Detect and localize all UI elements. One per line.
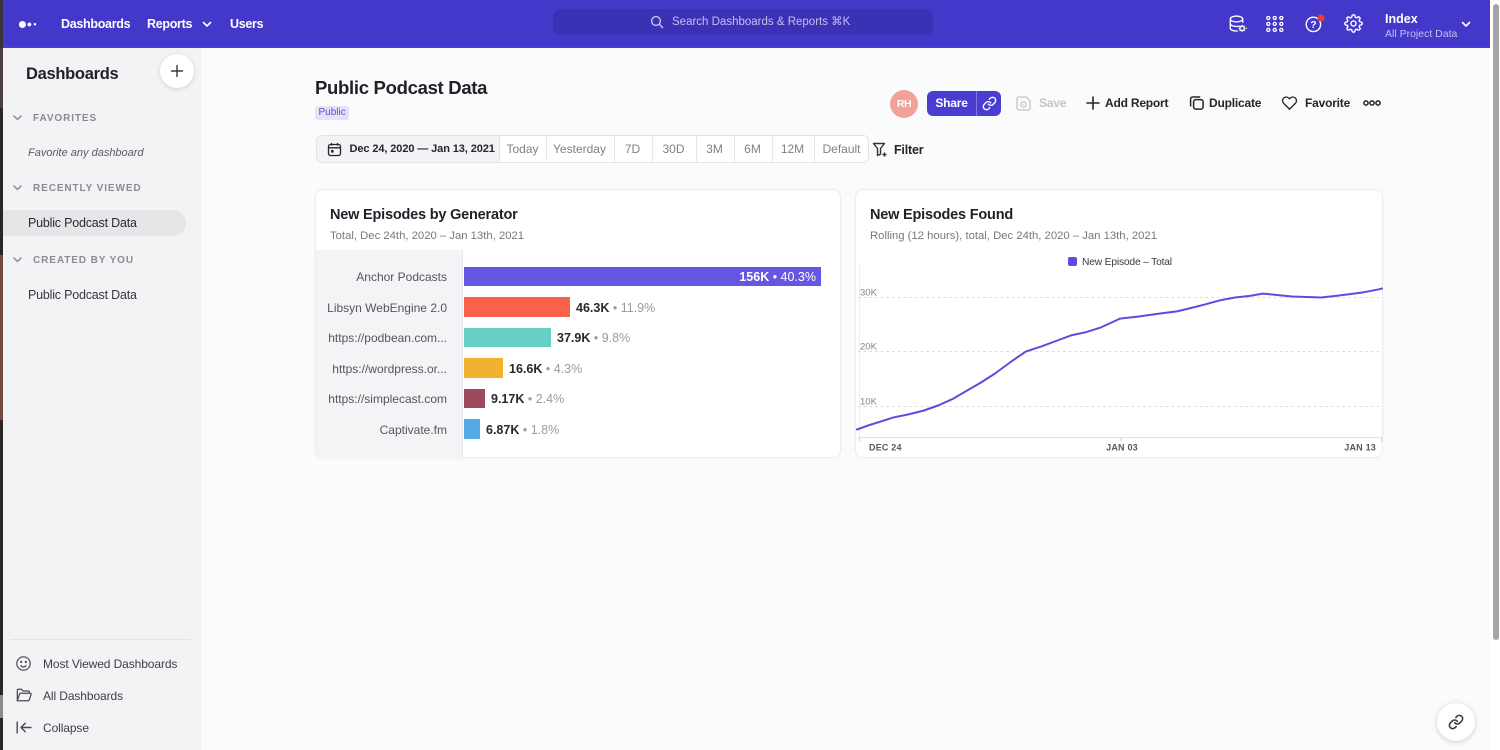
svg-text:10K: 10K: [860, 397, 878, 408]
svg-text:30K: 30K: [860, 288, 878, 299]
svg-text:JAN 03: JAN 03: [1106, 443, 1138, 453]
svg-text:?: ?: [1310, 19, 1316, 31]
svg-text:DEC 24: DEC 24: [869, 443, 902, 453]
svg-text:JAN 13: JAN 13: [1344, 443, 1376, 453]
svg-text:20K: 20K: [860, 342, 878, 353]
